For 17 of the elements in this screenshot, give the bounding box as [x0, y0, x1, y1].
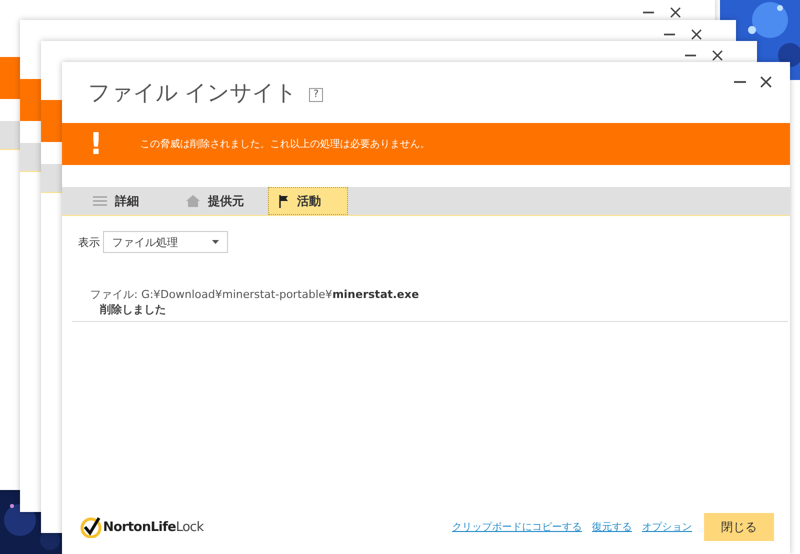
- file-path: ファイル: G:¥Download¥minerstat-portable¥minerstat.exe: [90, 287, 420, 302]
- footer-link[interactable]: クリップボードにコピーする: [452, 520, 582, 534]
- brand-logo-text: NortonLifeLock: [103, 520, 204, 534]
- tab-label: 提供元: [208, 192, 244, 210]
- alert-message: この脅威は削除されました。これ以上の処理は必要ありません。: [140, 138, 430, 151]
- action-status: 削除しました: [100, 302, 167, 317]
- footer-link[interactable]: 復元する: [592, 520, 632, 534]
- view-dropdown[interactable]: ファイル処理: [103, 231, 228, 253]
- view-label: 表示: [78, 234, 100, 250]
- warning-icon: !: [64, 126, 128, 162]
- tab[interactable]: 活動: [268, 187, 348, 215]
- help-button[interactable]: ?: [309, 88, 323, 102]
- close-button[interactable]: 閉じる: [704, 513, 774, 541]
- tab-label: 活動: [297, 192, 321, 210]
- tab-label: 詳細: [115, 192, 139, 210]
- window-title: ファイル インサイト: [88, 80, 297, 108]
- footer-link[interactable]: オプション: [642, 520, 692, 534]
